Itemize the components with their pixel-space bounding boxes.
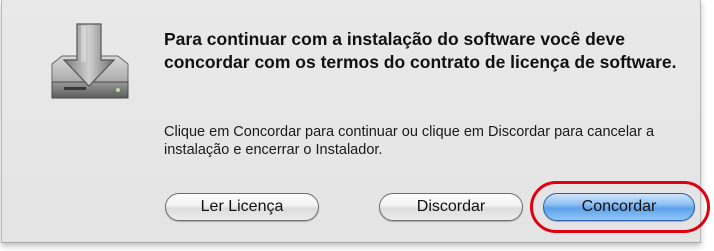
agree-button[interactable]: Concordar [543,193,695,221]
read-license-button[interactable]: Ler Licença [165,193,319,221]
installer-disk-icon [51,23,129,99]
license-agreement-sheet: Para continuar com a instalação do softw… [1,0,710,243]
dialog-title: Para continuar com a instalação do softw… [164,29,677,72]
disagree-button[interactable]: Discordar [379,193,523,221]
dialog-message: Clique em Concordar para continuar ou cl… [164,124,655,158]
